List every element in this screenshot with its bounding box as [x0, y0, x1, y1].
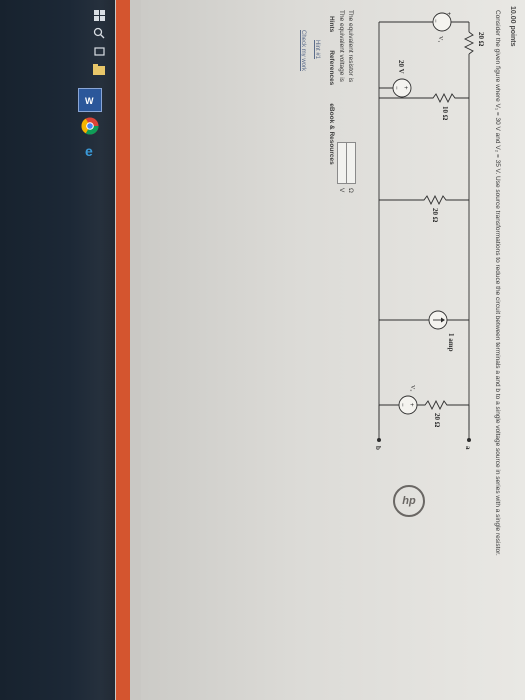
tab-ebook[interactable]: eBook & Resources	[328, 103, 335, 164]
terminal-b-dot	[377, 438, 381, 442]
resistor-top	[463, 31, 475, 55]
v20-plus: +	[402, 86, 408, 90]
page-footer-strip	[130, 0, 141, 700]
accent-bar	[116, 0, 130, 700]
hp-logo-icon: hp	[393, 485, 425, 517]
v2-minus: −	[399, 403, 405, 407]
label-current: 1 amp	[447, 333, 455, 352]
resistor-right	[417, 399, 469, 411]
voltage-input[interactable]	[337, 142, 347, 184]
tab-references[interactable]: References	[328, 50, 335, 85]
label-r-mid: 20 Ω	[431, 208, 439, 223]
svg-text:W: W	[85, 96, 94, 105]
photo-scene: W e 10.00 points Consider the given figu…	[0, 0, 525, 700]
browser-screen: 10.00 points Consider the given figure w…	[115, 0, 525, 700]
search-icon[interactable]	[92, 26, 106, 40]
label-terminal-a: a	[464, 446, 472, 450]
resistor-input[interactable]	[346, 142, 356, 184]
resistor-label: The equivalent resistor is	[347, 10, 355, 83]
svg-text:e: e	[85, 143, 93, 159]
resistor-unit: Ω	[347, 188, 355, 193]
terminal-a-dot	[467, 438, 471, 442]
voltage-unit: V	[338, 188, 346, 193]
resistor-mid	[379, 194, 469, 206]
v2-plus: +	[408, 403, 414, 407]
v1-minus: −	[432, 19, 438, 23]
v1-plus: +	[445, 12, 451, 16]
file-explorer-icon[interactable]	[92, 62, 106, 76]
check-work-link[interactable]: Check my work	[300, 30, 306, 71]
windows-start-icon[interactable]	[92, 8, 106, 22]
resistor-answer-row: The equivalent resistor is Ω	[346, 10, 356, 193]
points-label: 10.00 points	[509, 6, 516, 47]
label-r-left: 10 Ω	[441, 106, 449, 121]
tab-hints[interactable]: Hints	[328, 16, 335, 32]
resistor-left	[379, 92, 469, 104]
voltage-answer-row: The equivalent voltage is V	[337, 10, 347, 192]
task-view-icon[interactable]	[92, 44, 106, 58]
question-text: Consider the given figure where V₁ = 30 …	[494, 10, 501, 556]
label-v1: V₁	[437, 36, 443, 42]
v20-minus: −	[393, 86, 399, 90]
label-v2: V₂	[409, 385, 415, 391]
label-r-top: 20 Ω	[477, 32, 485, 47]
resource-tabs: Hints References eBook & Resources	[328, 16, 335, 165]
word-app-icon[interactable]: W	[78, 88, 102, 112]
edge-icon[interactable]: e	[82, 142, 100, 160]
voltage-label: The equivalent voltage is	[338, 10, 346, 82]
label-r-right: 20 Ω	[433, 413, 441, 428]
label-terminal-b: b	[374, 446, 382, 450]
hint-link[interactable]: Hint #1	[314, 40, 320, 59]
circuit-diagram: 20 Ω 10 Ω 20 Ω 20 Ω V₁ 20 V 1 amp V₂ a b…	[374, 12, 485, 450]
chrome-icon[interactable]	[80, 116, 100, 136]
label-v20: 20 V	[397, 60, 405, 74]
